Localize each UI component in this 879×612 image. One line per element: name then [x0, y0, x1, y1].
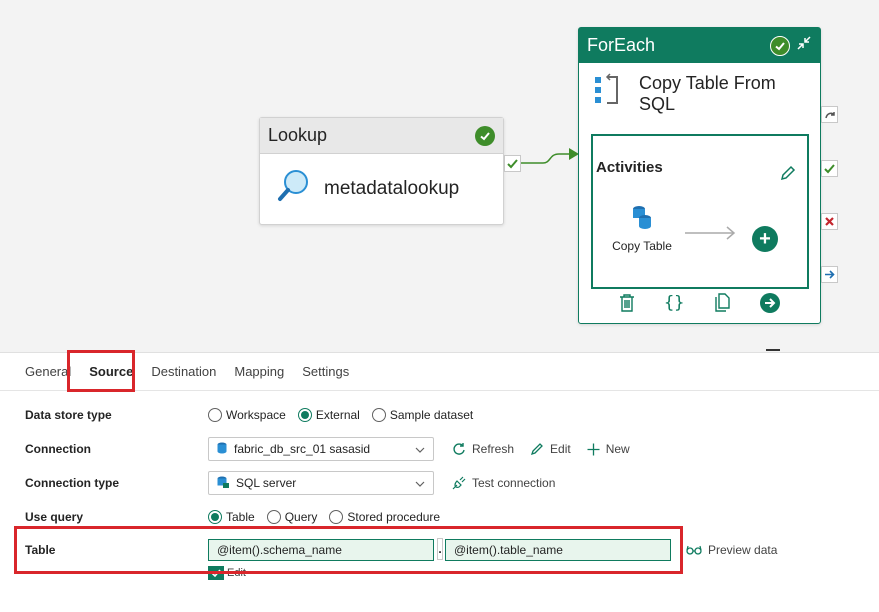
connection-label: Connection: [25, 442, 91, 456]
success-check-icon: [475, 125, 495, 146]
new-label: New: [605, 442, 630, 456]
radio-circle-selected: [297, 408, 312, 422]
skip-handle[interactable]: [821, 106, 838, 123]
radio-circle: [371, 408, 386, 422]
connection-value: fabric_db_src_01 sasasid: [234, 442, 371, 456]
foreach-activity[interactable]: ForEach Copy Table From SQL Activities C…: [578, 27, 821, 324]
radio-table[interactable]: Table: [208, 510, 255, 524]
failure-handle[interactable]: [821, 213, 838, 230]
activities-container[interactable]: Activities Copy Table +: [591, 134, 809, 289]
test-connection-button[interactable]: Test connection: [452, 476, 555, 490]
radio-circle-selected: [208, 510, 222, 524]
connection-row: Connection fabric_db_src_01 sasasid Refr…: [0, 435, 879, 463]
foreach-header-label: ForEach: [587, 35, 656, 55]
arrow-icon: [685, 226, 737, 245]
code-braces-icon[interactable]: {}: [664, 293, 684, 318]
edit-pencil-icon: [530, 442, 544, 456]
edit-label: Edit: [550, 442, 571, 456]
refresh-label: Refresh: [472, 442, 515, 456]
tab-mapping[interactable]: Mapping: [225, 353, 293, 391]
add-activity-button[interactable]: +: [752, 226, 778, 252]
copy-icon[interactable]: [713, 293, 731, 318]
delete-icon[interactable]: [619, 293, 635, 318]
radio-external[interactable]: External: [297, 408, 360, 422]
glasses-icon: [686, 545, 702, 555]
properties-panel: General Source Destination Mapping Setti…: [0, 350, 879, 612]
success-handle[interactable]: [821, 160, 838, 177]
lookup-activity[interactable]: Lookup metadatalookup: [259, 117, 504, 225]
plug-icon: [452, 476, 466, 490]
connection-select[interactable]: fabric_db_src_01 sasasid: [208, 437, 434, 461]
panel-resize-handle[interactable]: [766, 349, 780, 351]
inner-activity-label: Copy Table: [612, 239, 672, 253]
radio-workspace[interactable]: Workspace: [208, 408, 286, 422]
radio-workspace-label: Workspace: [226, 408, 286, 422]
sql-server-icon: [217, 476, 229, 491]
radio-table-label: Table: [226, 510, 255, 524]
table-row-highlight: [14, 526, 683, 574]
chevron-down-icon: [415, 476, 425, 490]
plus-icon: [587, 443, 600, 456]
database-icon: [630, 204, 654, 233]
refresh-button[interactable]: Refresh: [452, 442, 514, 456]
success-check-icon: [770, 35, 790, 56]
source-tab-highlight: [67, 350, 135, 392]
copy-activity-icon: [593, 73, 623, 112]
chevron-down-icon: [415, 442, 425, 456]
radio-circle: [329, 510, 344, 524]
radio-stored-procedure-label: Stored procedure: [347, 510, 441, 524]
preview-data-label: Preview data: [708, 543, 778, 557]
tab-settings[interactable]: Settings: [293, 353, 358, 391]
test-connection-label: Test connection: [472, 476, 556, 490]
go-arrow-icon[interactable]: [759, 293, 780, 318]
completion-handle[interactable]: [821, 266, 838, 283]
connection-type-value: SQL server: [236, 476, 297, 490]
radio-query-label: Query: [284, 510, 318, 524]
foreach-activity-name: Copy Table From SQL: [639, 73, 776, 114]
radio-sample-dataset[interactable]: Sample dataset: [371, 408, 474, 422]
lookup-activity-name: metadatalookup: [324, 177, 460, 199]
pipeline-canvas[interactable]: Lookup metadatalookup ForEach Copy Table…: [0, 0, 879, 351]
database-icon: [217, 442, 227, 457]
radio-query[interactable]: Query: [266, 510, 318, 524]
connection-type-label: Connection type: [25, 476, 120, 490]
refresh-icon: [452, 442, 466, 456]
activities-title: Activities: [596, 159, 663, 176]
connection-type-select[interactable]: SQL server: [208, 471, 434, 495]
radio-external-label: External: [315, 408, 360, 422]
edit-pencil-icon[interactable]: [779, 164, 797, 187]
data-store-type-row: Data store type Workspace External Sampl…: [0, 401, 879, 429]
search-icon: [276, 168, 312, 209]
preview-data-button[interactable]: Preview data: [686, 543, 777, 557]
inner-copy-table-activity[interactable]: Copy Table: [607, 204, 677, 253]
radio-stored-procedure[interactable]: Stored procedure: [329, 510, 440, 524]
lookup-header-label: Lookup: [268, 125, 328, 145]
radio-circle: [266, 510, 281, 524]
connector-arrow: [521, 148, 579, 164]
use-query-label: Use query: [25, 510, 84, 524]
foreach-header: ForEach: [579, 28, 820, 63]
tab-destination[interactable]: Destination: [142, 353, 225, 391]
new-connection-button[interactable]: New: [587, 442, 630, 456]
radio-sample-dataset-label: Sample dataset: [389, 408, 474, 422]
on-success-connector-handle[interactable]: [504, 155, 521, 172]
radio-circle: [208, 408, 222, 422]
lookup-header: Lookup: [260, 118, 503, 154]
data-store-type-label: Data store type: [25, 408, 112, 422]
edit-connection-button[interactable]: Edit: [530, 442, 571, 456]
collapse-icon[interactable]: [796, 35, 812, 56]
connection-type-row: Connection type SQL server Test connecti…: [0, 469, 879, 497]
